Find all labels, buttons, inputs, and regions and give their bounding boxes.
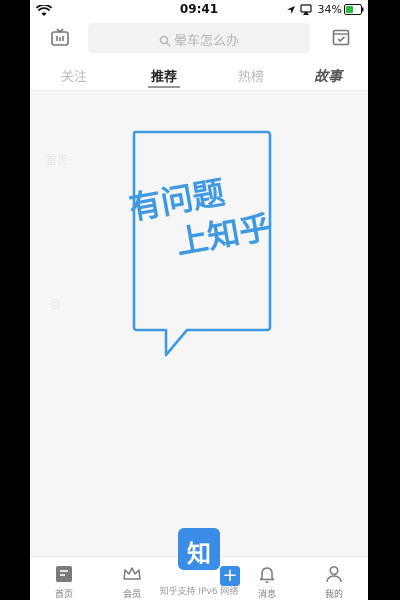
zhihu-logo: 知 [178,528,220,570]
airplay-icon [300,4,312,15]
top-bar: 晕车怎么办 [30,20,368,56]
battery-percent: 34% [317,3,342,16]
search-bar[interactable]: 晕车怎么办 [88,23,310,53]
search-icon [159,35,171,47]
app-screen: 09:41 34% 晕车怎么办 关注 推荐 热榜 故事 首页 目 有问题 上知乎… [30,0,368,600]
tv-icon[interactable] [50,27,70,47]
tab-follow[interactable]: 关注 [44,66,104,85]
tab-recommend[interactable]: 推荐 [134,66,194,85]
battery-icon [344,4,364,15]
home-icon [56,566,72,582]
ipv6-notice: 知乎支持 IPv6 网络 [159,587,239,597]
zhihu-logo-char: 知 [187,540,211,568]
plus-icon[interactable]: + [220,566,240,586]
crown-icon [123,567,141,580]
ghost-label: 目 [50,298,61,311]
feed-tabs: 关注 推荐 热榜 故事 [30,56,368,91]
profile-icon [326,565,342,583]
search-placeholder: 晕车怎么办 [173,34,239,49]
active-tab-indicator [148,86,180,88]
status-bar: 09:41 34% [30,0,368,20]
search-input-content[interactable]: 晕车怎么办 [88,30,310,49]
calendar-check-icon[interactable] [331,27,351,47]
ghost-label: 首页 [46,154,68,167]
bell-icon [259,567,275,583]
location-icon [287,6,295,14]
tab-story[interactable]: 故事 [298,66,358,86]
tab-hot-list[interactable]: 热榜 [221,66,281,85]
